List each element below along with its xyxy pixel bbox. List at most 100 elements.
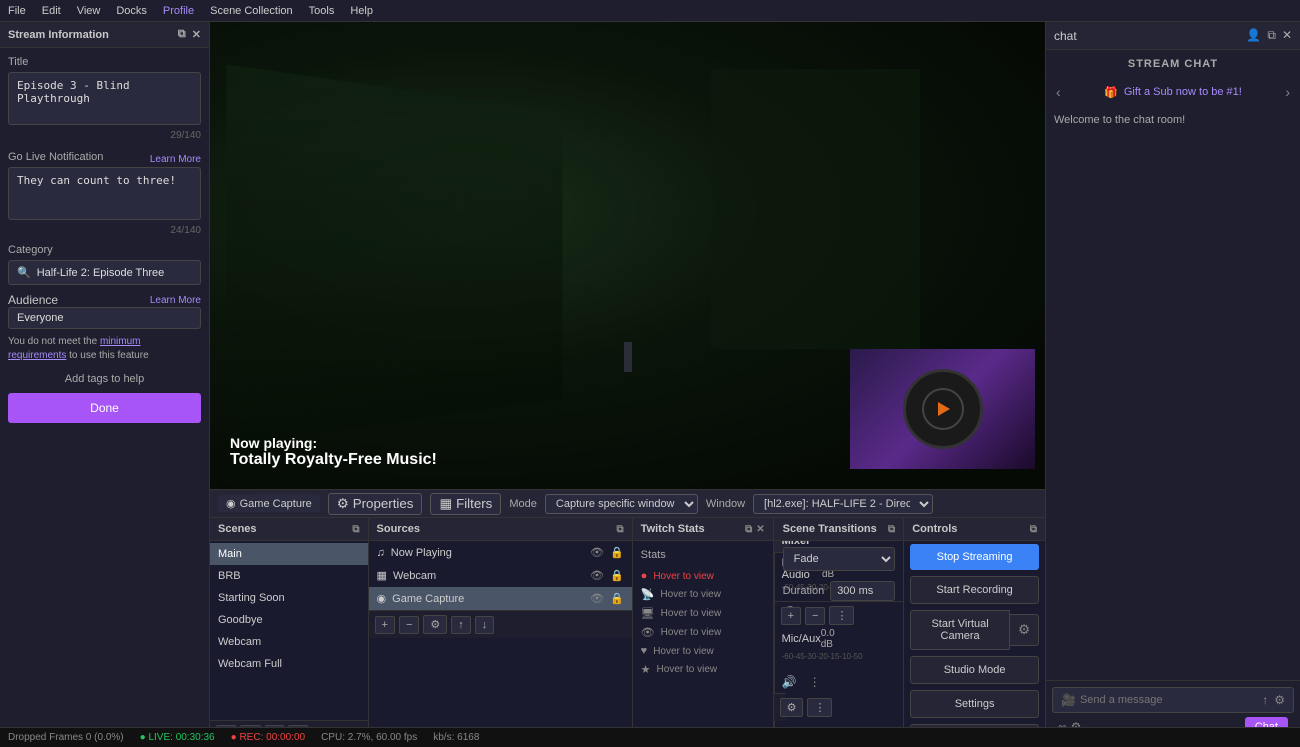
game-background: Now playing: Totally Royalty-Free Music! (210, 22, 1045, 489)
promo-prev-button[interactable]: ‹ (1056, 84, 1061, 100)
scene-item-brb[interactable]: BRB (210, 565, 368, 587)
chat-arrow-up-icon[interactable]: ↑ (1262, 693, 1268, 707)
audience-learn-more[interactable]: Learn More (150, 295, 201, 306)
add-source-button[interactable]: + (375, 616, 395, 634)
window-select[interactable]: [hl2.exe]: HALF-LIFE 2 - Direct3D 9 (753, 494, 933, 514)
now-playing-source-icon: ♫ (377, 547, 385, 559)
game-capture-source-icon: ◉ (377, 592, 387, 605)
source-row-game-capture[interactable]: ◉ Game Capture 👁 🔒 (369, 587, 632, 610)
game-scene: Now playing: Totally Royalty-Free Music! (210, 22, 1045, 489)
center-area: Now playing: Totally Royalty-Free Music!… (210, 22, 1045, 747)
promo-next-button[interactable]: › (1285, 84, 1290, 100)
properties-button[interactable]: ⚙ Properties (328, 493, 423, 515)
chat-close-icon[interactable]: ✕ (1282, 28, 1292, 43)
eye-icon-now-playing[interactable]: 👁 (590, 546, 604, 559)
lock-icon-webcam[interactable]: 🔒 (610, 569, 624, 582)
audience-select[interactable]: Everyone (8, 307, 201, 329)
title-input[interactable]: Episode 3 - Blind Playthrough (8, 72, 201, 125)
duration-label: Duration (783, 585, 825, 597)
menu-docks[interactable]: Docks (116, 5, 147, 17)
stream-info-content: Title Episode 3 - Blind Playthrough 29/1… (0, 48, 209, 747)
go-live-input[interactable]: They can count to three! (8, 167, 201, 220)
scene-item-webcam[interactable]: Webcam (210, 631, 368, 653)
source-row-webcam[interactable]: ▦ Webcam 👁 🔒 (369, 564, 632, 587)
mode-select[interactable]: Capture specific window (545, 494, 698, 514)
chat-camera-icon: 🎥 (1061, 693, 1076, 707)
scene-list: Main BRB Starting Soon Goodbye Webcam We… (210, 541, 368, 720)
source-down-button[interactable]: ↓ (475, 616, 495, 634)
twitch-stats-panel: Twitch Stats ⧉ ✕ Stats ● Hover to view 📡… (633, 518, 774, 747)
lock-icon-game-capture[interactable]: 🔒 (610, 592, 624, 605)
menu-profile[interactable]: Profile (163, 5, 194, 17)
remove-transition-button[interactable]: − (805, 607, 825, 625)
eye-icon-webcam[interactable]: 👁 (590, 569, 604, 582)
stop-streaming-button[interactable]: Stop Streaming (910, 544, 1039, 570)
menu-tools[interactable]: Tools (309, 5, 335, 17)
scene-transitions-expand-icon[interactable]: ⧉ (888, 524, 895, 535)
chat-messages: Welcome to the chat room! (1046, 106, 1300, 680)
studio-mode-button[interactable]: Studio Mode (910, 656, 1039, 684)
chat-settings-icon[interactable]: ⚙ (1274, 693, 1285, 707)
twitch-pop-icon[interactable]: ⧉ (745, 524, 752, 535)
chat-message-input[interactable] (1080, 694, 1258, 706)
menu-view[interactable]: View (77, 5, 101, 17)
duration-input[interactable] (830, 581, 895, 601)
stat-text-5: Hover to view (653, 646, 714, 657)
go-live-learn-more[interactable]: Learn More (150, 154, 201, 165)
transition-menu-button[interactable]: ⋮ (829, 606, 854, 625)
transition-type-select[interactable]: Fade (783, 547, 896, 571)
source-row-now-playing[interactable]: ♫ Now Playing 👁 🔒 (369, 541, 632, 564)
go-live-char-count: 24/140 (8, 225, 201, 236)
category-value: Half-Life 2: Episode Three (37, 267, 165, 279)
scene-item-webcam-full[interactable]: Webcam Full (210, 653, 368, 675)
transitions-footer: + − ⋮ (775, 601, 904, 629)
chat-pop-icon[interactable]: ⧉ (1267, 28, 1276, 43)
scene-item-starting-soon[interactable]: Starting Soon (210, 587, 368, 609)
chat-input-row: 🎥 ↑ ⚙ (1052, 687, 1294, 713)
twitch-close-icon[interactable]: ✕ (756, 524, 764, 535)
bottom-panels: Scenes ⧉ Main BRB Starting Soon Goodbye … (210, 517, 1045, 747)
controls-expand-icon[interactable]: ⧉ (1030, 524, 1037, 535)
menu-scene-collection[interactable]: Scene Collection (210, 5, 293, 17)
stat-icon-3: 🖥 (641, 607, 655, 620)
duration-row: Duration (775, 581, 904, 601)
menubar: File Edit View Docks Profile Scene Colle… (0, 0, 1300, 22)
stat-row-1: ● Hover to view (641, 567, 765, 585)
scene-item-goodbye[interactable]: Goodbye (210, 609, 368, 631)
remove-source-button[interactable]: − (399, 616, 419, 634)
menu-edit[interactable]: Edit (42, 5, 61, 17)
menu-help[interactable]: Help (350, 5, 373, 17)
window-label: Window (706, 498, 745, 510)
cpu-status: CPU: 2.7%, 60.00 fps (321, 732, 417, 743)
source-up-button[interactable]: ↑ (451, 616, 471, 634)
scene-transitions-title: Scene Transitions (783, 523, 877, 535)
category-label: Category (8, 244, 201, 256)
add-transition-button[interactable]: + (781, 607, 801, 625)
sources-expand-icon[interactable]: ⧉ (617, 524, 624, 535)
stat-icon-2: 📡 (641, 588, 655, 601)
source-settings-button[interactable]: ⚙ (423, 615, 447, 634)
menu-file[interactable]: File (8, 5, 26, 17)
chat-user-icon[interactable]: 👤 (1246, 28, 1261, 43)
virtual-camera-settings-button[interactable]: ⚙ (1010, 614, 1039, 646)
chat-promo: ‹ 🎁 Gift a Sub now to be #1! › (1046, 78, 1300, 106)
stats-label: Stats (641, 549, 765, 561)
live-indicator: ● LIVE: 00:30:36 (140, 732, 215, 743)
stat-text-2: Hover to view (660, 589, 721, 600)
eye-icon-game-capture[interactable]: 👁 (590, 592, 604, 605)
start-virtual-camera-button[interactable]: Start Virtual Camera (910, 610, 1010, 650)
overlay-cam (850, 349, 1035, 469)
stream-info-pop-icon[interactable]: ⧉ (178, 28, 186, 41)
filters-button[interactable]: ▦ Filters (430, 493, 501, 515)
scene-item-main[interactable]: Main (210, 543, 368, 565)
lock-icon-now-playing[interactable]: 🔒 (610, 546, 624, 559)
start-recording-button[interactable]: Start Recording (910, 576, 1039, 604)
stat-text-4: Hover to view (661, 627, 722, 638)
category-input[interactable]: 🔍 Half-Life 2: Episode Three (8, 260, 201, 285)
done-button[interactable]: Done (8, 393, 201, 423)
scenes-expand-icon[interactable]: ⧉ (352, 524, 359, 535)
stream-info-close-icon[interactable]: ✕ (192, 28, 201, 41)
settings-button[interactable]: Settings (910, 690, 1039, 718)
filters-icon: ▦ (439, 496, 452, 512)
source-name-now-playing: Now Playing (391, 547, 584, 559)
